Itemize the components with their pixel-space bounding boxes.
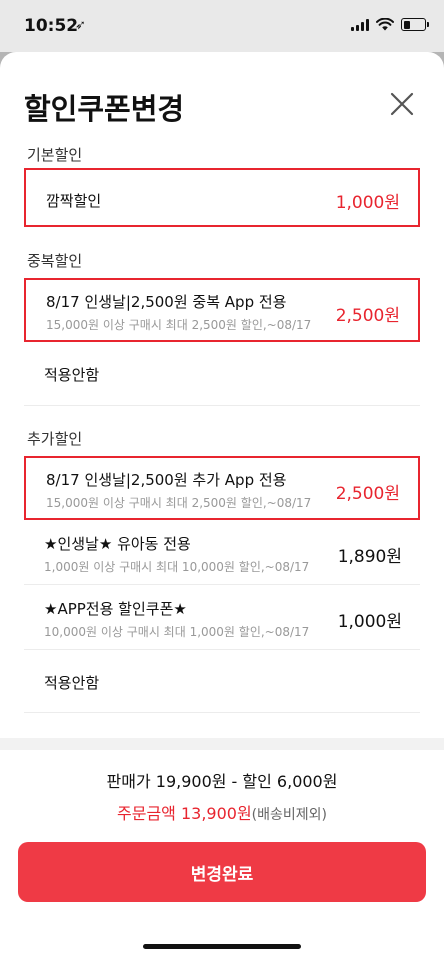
coupon-price: 1,890원 [337,547,402,567]
location-icon: ➶ [75,18,86,33]
coupon-item[interactable]: ★인생날★ 유아동 전용 1,000원 이상 구매시 최대 10,000원 할인… [24,520,420,585]
status-bar: 10:52 ➶ [0,0,444,52]
coupon-name: ★인생날★ 유아동 전용 [44,535,191,553]
coupon-price: 1,000원 [337,612,402,632]
section-label-additional: 추가할인 [27,430,83,448]
confirm-button[interactable]: 변경완료 [18,842,426,902]
coupon-desc: 10,000원 이상 구매시 최대 1,000원 할인,~08/17 [44,625,310,639]
coupon-name: 깜짝할인 [46,192,102,210]
coupon-desc: 15,000원 이상 구매시 최대 2,500원 할인,~08/17 [46,496,312,510]
coupon-price: 1,000원 [335,193,400,213]
coupon-name: 적용안함 [44,366,100,384]
section-label-duplicate: 중복할인 [27,252,83,270]
coupon-item[interactable]: 8/17 인생날|2,500원 추가 App 전용 15,000원 이상 구매시… [24,456,420,520]
no-coupon-option[interactable]: 적용안함 [24,650,420,712]
status-icons [351,18,429,31]
coupon-desc: 1,000원 이상 구매시 최대 10,000원 할인,~08/17 [44,560,310,574]
order-total: 주문금액 13,900원(배송비제외) [0,800,444,824]
status-time: 10:52 [24,16,79,36]
coupon-name: ★APP전용 할인쿠폰★ [44,600,187,618]
battery-icon [401,18,429,31]
coupon-price: 2,500원 [335,484,400,504]
sheet-title: 할인쿠폰변경 [24,92,185,126]
close-icon[interactable] [390,92,414,116]
coupon-name: 8/17 인생날|2,500원 중복 App 전용 [46,293,287,311]
price-summary: 판매가 19,900원 - 할인 6,000원 [106,772,338,791]
wifi-icon [376,18,394,31]
coupon-sheet: 할인쿠폰변경 기본할인 깜짝할인 1,000원 중복할인 8/17 인생날|2,… [0,52,444,961]
coupon-name: 적용안함 [44,674,100,692]
coupon-desc: 15,000원 이상 구매시 최대 2,500원 할인,~08/17 [46,318,312,332]
signal-icon [351,18,369,31]
coupon-price: 2,500원 [335,306,400,326]
home-indicator [143,944,301,949]
section-label-basic: 기본할인 [27,146,83,164]
shipping-note: (배송비제외) [251,807,327,823]
order-amount: 주문금액 13,900원 [117,804,252,823]
coupon-item[interactable]: ★APP전용 할인쿠폰★ 10,000원 이상 구매시 최대 1,000원 할인… [24,585,420,650]
section-divider [0,738,444,750]
no-coupon-option[interactable]: 적용안함 [24,342,420,405]
coupon-item[interactable]: 깜짝할인 1,000원 [24,168,420,227]
coupon-name: 8/17 인생날|2,500원 추가 App 전용 [46,471,287,489]
coupon-item[interactable]: 8/17 인생날|2,500원 중복 App 전용 15,000원 이상 구매시… [24,278,420,342]
